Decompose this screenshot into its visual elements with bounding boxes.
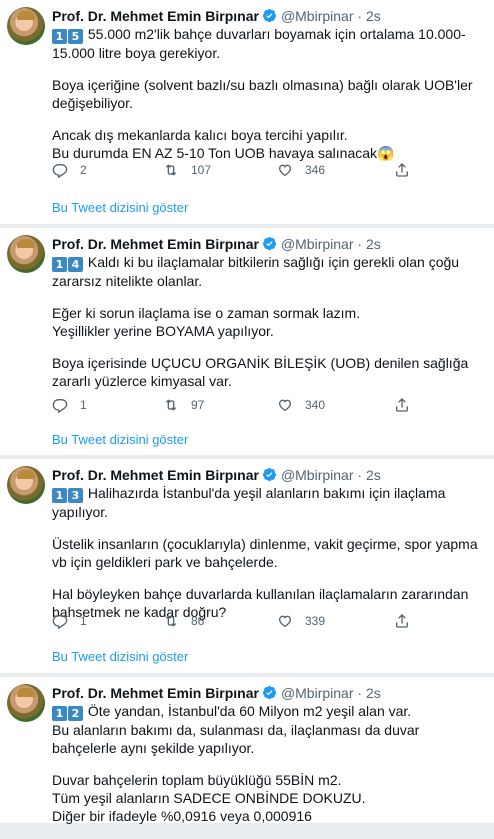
like-count: 340	[305, 398, 326, 412]
author-handle[interactable]: @Mbirpinar	[281, 8, 354, 24]
tweet-4[interactable]: Prof. Dr. Mehmet Emin Birpınar @Mbirpinar…	[0, 677, 494, 824]
keycap-digit-1: 1	[52, 29, 67, 44]
share-icon	[396, 398, 408, 412]
retweet-button[interactable]: 86	[163, 611, 204, 631]
tweet-header: Prof. Dr. Mehmet Emin Birpınar @Mbirpinar…	[52, 684, 381, 702]
separator-dot: ·	[357, 685, 363, 701]
tweet-3[interactable]: Prof. Dr. Mehmet Emin Birpınar @Mbirpinar…	[0, 459, 494, 673]
reply-icon	[52, 164, 68, 178]
separator-dot: ·	[357, 467, 363, 483]
timestamp[interactable]: 2s	[366, 8, 381, 24]
paragraph-text: Halihazırda İstanbul'da yeşil alanların …	[52, 485, 446, 520]
author-handle[interactable]: @Mbirpinar	[281, 467, 354, 483]
author-name[interactable]: Prof. Dr. Mehmet Emin Birpınar	[52, 8, 259, 24]
author-name[interactable]: Prof. Dr. Mehmet Emin Birpınar	[52, 236, 259, 252]
paragraph: Üstelik insanların (çocuklarıyla) dinlen…	[52, 536, 478, 570]
reply-button[interactable]: 1	[52, 395, 87, 415]
show-thread-link[interactable]: Bu Tweet dizisini göster	[52, 432, 188, 447]
paragraph: Ancak dış mekanlarda kalıcı boya tercihi…	[52, 127, 395, 161]
share-button[interactable]	[394, 160, 410, 180]
verified-badge-icon	[262, 685, 276, 700]
retweet-button[interactable]: 97	[163, 395, 204, 415]
tweet-header: Prof. Dr. Mehmet Emin Birpınar @Mbirpinar…	[52, 235, 381, 253]
timestamp[interactable]: 2s	[366, 685, 381, 701]
reply-button[interactable]: 2	[52, 160, 87, 180]
keycap-digit-3: 3	[68, 488, 83, 503]
reply-icon	[52, 399, 68, 413]
retweet-icon	[165, 399, 177, 411]
tweet-text: 12 Öte yandan, İstanbul'da 60 Milyon m2 …	[52, 702, 482, 839]
like-button[interactable]: 339	[277, 611, 325, 631]
avatar[interactable]	[7, 684, 45, 722]
heart-icon	[278, 615, 292, 628]
keycap-digit-2: 2	[68, 706, 83, 721]
timestamp[interactable]: 2s	[366, 467, 381, 483]
author-name[interactable]: Prof. Dr. Mehmet Emin Birpınar	[52, 685, 259, 701]
retweet-icon	[165, 164, 177, 176]
verified-badge-icon	[262, 467, 276, 482]
keycap-digit-4: 4	[68, 257, 83, 272]
timestamp[interactable]: 2s	[366, 236, 381, 252]
paragraph: 15 55.000 m2'lik bahçe duvarları boyamak…	[52, 25, 482, 62]
verified-badge-icon	[262, 236, 276, 251]
author-name[interactable]: Prof. Dr. Mehmet Emin Birpınar	[52, 467, 259, 483]
author-handle[interactable]: @Mbirpinar	[281, 685, 354, 701]
tweet-1[interactable]: Prof. Dr. Mehmet Emin Birpınar @Mbirpinar…	[0, 0, 494, 224]
share-button[interactable]	[394, 611, 410, 631]
show-thread-link[interactable]: Bu Tweet dizisini göster	[52, 200, 188, 215]
retweet-count: 86	[191, 614, 205, 628]
reply-icon	[52, 615, 68, 629]
keycap-digit-5: 5	[68, 29, 83, 44]
share-icon	[396, 614, 408, 628]
paragraph-text: Kaldı ki bu ilaçlamalar bitkilerin sağlı…	[52, 254, 460, 289]
share-button[interactable]	[394, 395, 410, 415]
share-icon	[396, 163, 408, 177]
keycap-digit-1: 1	[52, 706, 67, 721]
heart-icon	[278, 164, 292, 177]
paragraph: 14 Kaldı ki bu ilaçlamalar bitkilerin sa…	[52, 253, 482, 290]
retweet-count: 107	[191, 163, 212, 177]
show-thread-link[interactable]: Bu Tweet dizisini göster	[52, 649, 188, 664]
tweet-actions: 1 97 340	[52, 395, 452, 415]
keycap-digit-1: 1	[52, 488, 67, 503]
paragraph: Duvar bahçelerin toplam büyüklüğü 55BİN …	[52, 772, 366, 824]
tweet-text: 14 Kaldı ki bu ilaçlamalar bitkilerin sa…	[52, 253, 482, 404]
paragraph: 13 Halihazırda İstanbul'da yeşil alanlar…	[52, 484, 482, 521]
heart-icon	[278, 399, 292, 412]
tweet-header: Prof. Dr. Mehmet Emin Birpınar @Mbirpinar…	[52, 7, 381, 25]
tweet-actions: 1 86 339	[52, 611, 452, 631]
tweet-2[interactable]: Prof. Dr. Mehmet Emin Birpınar @Mbirpinar…	[0, 228, 494, 455]
like-count: 346	[305, 163, 326, 177]
like-count: 339	[305, 614, 326, 628]
tweet-actions: 2 107 346	[52, 160, 452, 180]
avatar[interactable]	[7, 466, 45, 504]
paragraph: Boya içeriğine (solvent bazlı/su bazlı o…	[52, 77, 473, 111]
paragraph-text: 55.000 m2'lik bahçe duvarları boyamak iç…	[52, 26, 466, 61]
reply-count: 2	[80, 163, 87, 177]
paragraph: Eğer ki sorun ilaçlama ise o zaman sorma…	[52, 305, 361, 339]
paragraph-text: Öte yandan, İstanbul'da 60 Milyon m2 yeş…	[52, 703, 420, 756]
reply-button[interactable]: 1	[52, 611, 87, 631]
retweet-icon	[165, 615, 177, 627]
tweet-text: 15 55.000 m2'lik bahçe duvarları boyamak…	[52, 25, 482, 176]
author-handle[interactable]: @Mbirpinar	[281, 236, 354, 252]
separator-dot: ·	[357, 236, 363, 252]
keycap-digit-1: 1	[52, 257, 67, 272]
reply-count: 1	[80, 614, 87, 628]
verified-badge-icon	[262, 8, 276, 23]
retweet-button[interactable]: 107	[163, 160, 211, 180]
separator-dot: ·	[357, 8, 363, 24]
reply-count: 1	[80, 398, 87, 412]
paragraph: 12 Öte yandan, İstanbul'da 60 Milyon m2 …	[52, 702, 482, 757]
avatar[interactable]	[7, 235, 45, 273]
like-button[interactable]: 346	[277, 160, 325, 180]
paragraph: Boya içerisinde UÇUCU ORGANİK BİLEŞİK (U…	[52, 355, 469, 389]
retweet-count: 97	[191, 398, 205, 412]
avatar[interactable]	[7, 7, 45, 45]
tweet-header: Prof. Dr. Mehmet Emin Birpınar @Mbirpinar…	[52, 466, 381, 484]
like-button[interactable]: 340	[277, 395, 325, 415]
